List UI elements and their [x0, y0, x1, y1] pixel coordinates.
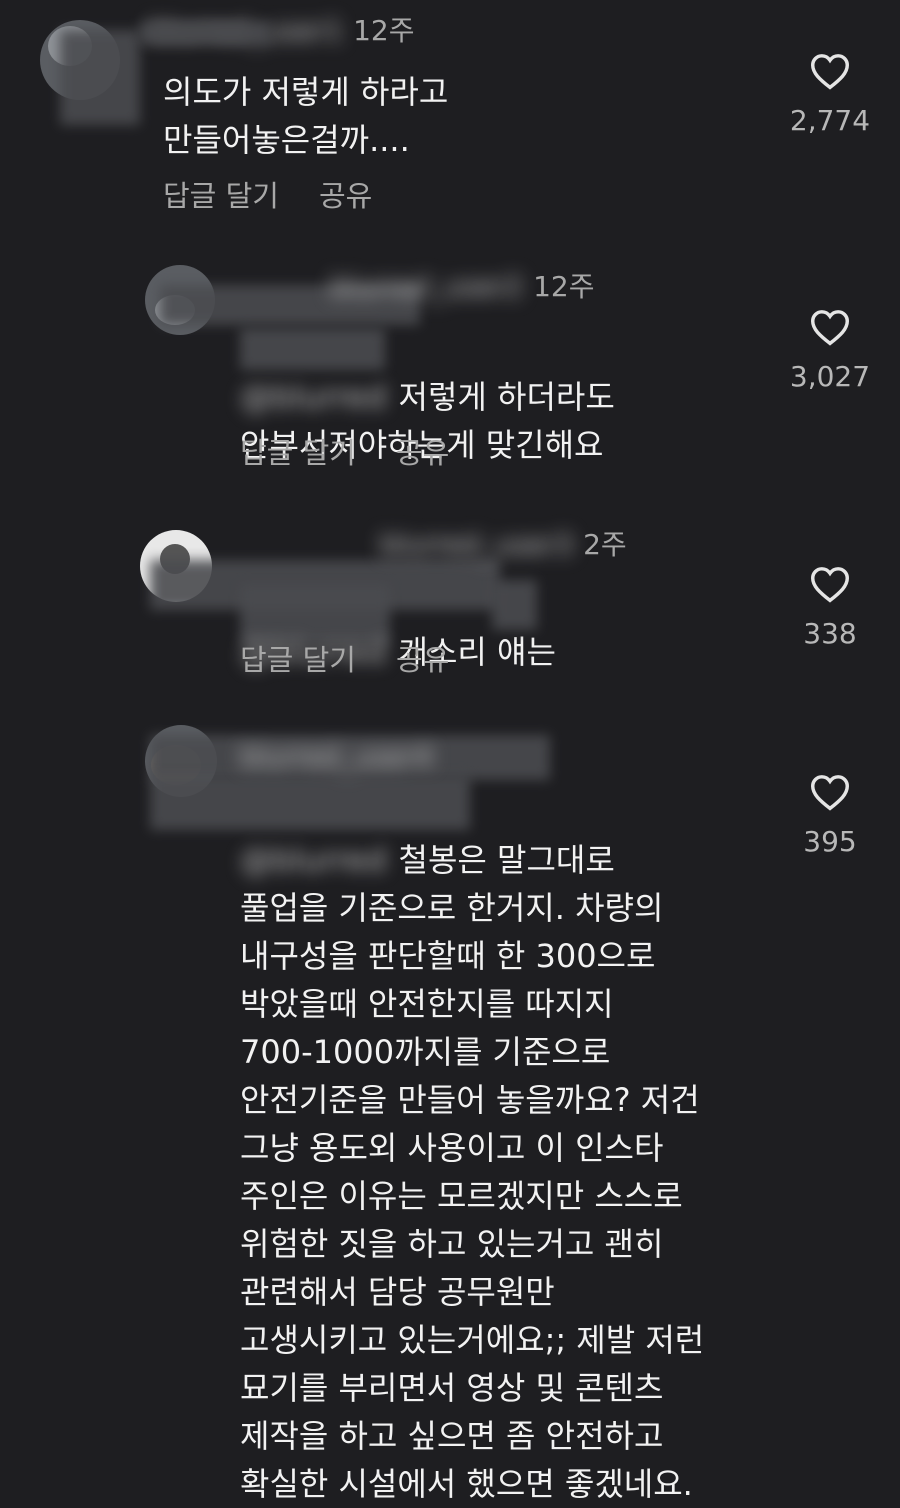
comment-actions: 답글 달기 공유: [240, 435, 449, 471]
like-count: 2,774: [789, 104, 871, 137]
reply-button[interactable]: 답글 달기: [240, 642, 356, 678]
like-control: 2,774: [780, 52, 880, 138]
timestamp: 12주: [533, 270, 595, 303]
like-control: 395: [780, 773, 880, 859]
like-count: 338: [803, 617, 857, 650]
timestamp: 12주: [353, 14, 415, 47]
mention-link[interactable]: @blurred: [240, 836, 387, 884]
like-control: 338: [780, 565, 880, 651]
share-button[interactable]: 공유: [396, 642, 449, 678]
like-control: 3,027: [780, 308, 880, 394]
comment-actions: 답글 달기 공유: [240, 642, 449, 678]
username[interactable]: blurred_user4: [240, 740, 433, 774]
comment-actions: 답글 달기 공유: [163, 178, 372, 214]
like-count: 3,027: [789, 360, 871, 393]
timestamp: 2주: [583, 528, 627, 561]
reply-button[interactable]: 답글 달기: [240, 435, 356, 471]
blurred-overlay: [140, 22, 270, 44]
comment-meta: blurred_user2 12주: [330, 270, 595, 304]
mention-link[interactable]: @blurred: [240, 373, 387, 421]
comment-meta: blurred_user3 2주: [380, 528, 627, 562]
like-count: 395: [803, 825, 857, 858]
blurred-overlay: [492, 580, 537, 630]
share-button[interactable]: 공유: [396, 435, 449, 471]
heart-outline-icon[interactable]: [809, 52, 851, 90]
comment-body: 철봉은 말그대로 풀업을 기준으로 한거지. 차량의 내구성을 판단할때 한 3…: [240, 841, 705, 1503]
heart-outline-icon[interactable]: [809, 308, 851, 346]
blurred-overlay: [240, 328, 385, 370]
comment-text: @blurred 철봉은 말그대로 풀업을 기준으로 한거지. 차량의 내구성을 …: [240, 788, 704, 1508]
username[interactable]: blurred_user2: [330, 270, 523, 304]
username[interactable]: blurred_user3: [380, 528, 573, 562]
reply-button[interactable]: 답글 달기: [163, 178, 279, 214]
comment-text: 의도가 저렇게 하라고 만들어놓은걸까....: [163, 73, 449, 159]
heart-outline-icon[interactable]: [809, 565, 851, 603]
comment-meta: blurred_user4: [240, 740, 443, 774]
heart-outline-icon[interactable]: [809, 773, 851, 811]
blurred-overlay: [60, 30, 140, 125]
share-button[interactable]: 공유: [319, 178, 372, 214]
